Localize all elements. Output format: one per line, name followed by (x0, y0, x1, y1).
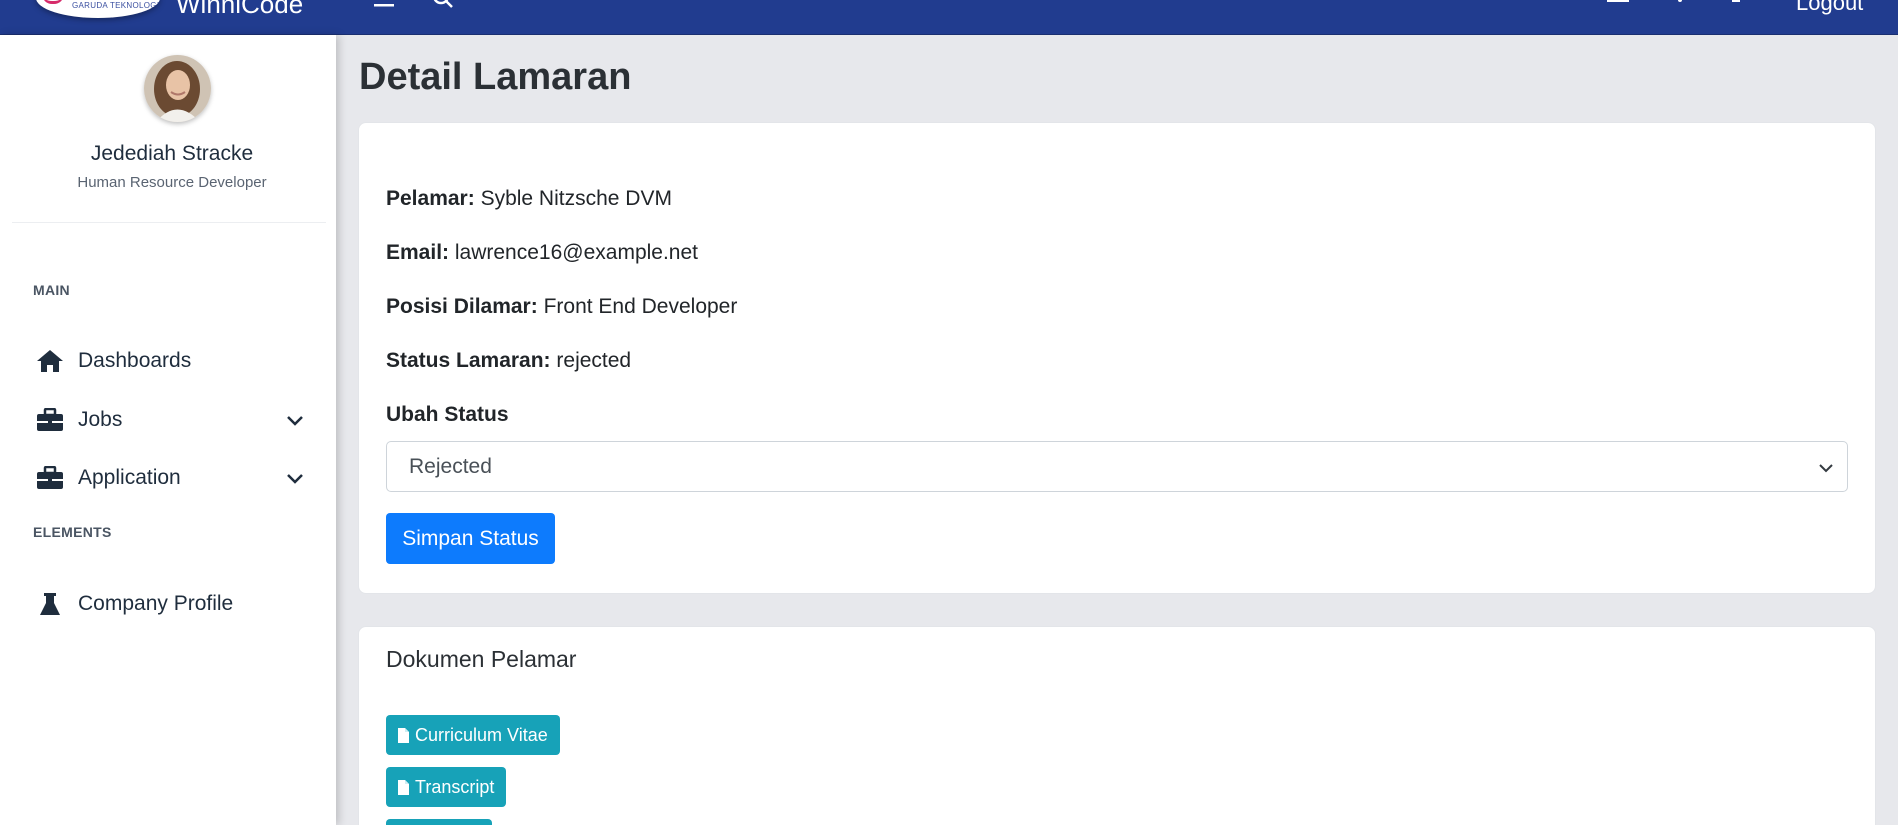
status-label: Status Lamaran: (386, 349, 551, 372)
transcript-button[interactable]: Transcript (386, 767, 507, 807)
email-value: lawrence16@example.net (454, 241, 698, 264)
mail-icon[interactable] (1607, 0, 1629, 13)
save-status-button[interactable]: Simpan Status (386, 513, 555, 564)
section-label-elements: ELEMENTS (33, 524, 112, 540)
status-value: rejected (556, 349, 632, 372)
chevron-down-icon (1819, 460, 1833, 478)
sidebar-item-label: Application (78, 466, 181, 489)
avatar[interactable] (144, 55, 211, 122)
sidebar-item-label: Company Profile (78, 592, 234, 615)
applicant-row: Pelamar: Syble Nitzsche DVM (386, 187, 672, 211)
sidebar-item-label: Jobs (78, 408, 123, 431)
email-row: Email: lawrence16@example.net (386, 241, 698, 265)
application-detail-card: Pelamar: Syble Nitzsche DVM Email: lawre… (358, 122, 1876, 594)
logo-swoosh (42, 0, 64, 4)
sidebar-divider (12, 222, 326, 223)
apps-icon[interactable] (1731, 0, 1753, 13)
status-select-value: Rejected (409, 455, 492, 478)
email-label: Email: (386, 241, 450, 264)
position-value: Front End Developer (543, 295, 738, 318)
document-button-partial[interactable] (386, 819, 492, 825)
file-icon (398, 779, 409, 795)
flask-icon (39, 592, 61, 622)
documents-card: Dokumen Pelamar Curriculum Vitae Transcr… (358, 626, 1876, 825)
user-role: Human Resource Developer (77, 174, 267, 191)
sidebar-item-company-profile[interactable]: Company Profile (0, 582, 336, 626)
document-label: Curriculum Vitae (415, 724, 548, 745)
brand-name[interactable]: WinniCode (176, 0, 303, 20)
sidebar-item-label: Dashboards (78, 349, 192, 372)
file-icon (398, 727, 409, 743)
chevron-down-icon[interactable] (286, 472, 304, 490)
position-row: Posisi Dilamar: Front End Developer (386, 295, 737, 319)
search-icon[interactable] (433, 0, 455, 15)
change-status-label: Ubah Status (386, 403, 509, 426)
briefcase-icon (36, 407, 64, 437)
status-select[interactable]: Rejected (386, 441, 1848, 492)
sidebar-item-dashboards[interactable]: Dashboards (0, 339, 336, 383)
status-row: Status Lamaran: rejected (386, 349, 631, 373)
sidebar-item-jobs[interactable]: Jobs (0, 398, 336, 442)
hamburger-menu-icon[interactable] (374, 0, 394, 15)
curriculum-vitae-button[interactable]: Curriculum Vitae (386, 715, 560, 755)
briefcase-icon (36, 465, 64, 495)
documents-title: Dokumen Pelamar (386, 646, 577, 672)
sidebar: Jedediah Stracke Human Resource Develope… (0, 35, 336, 825)
applicant-label: Pelamar: (386, 187, 475, 210)
bell-icon[interactable] (1670, 0, 1690, 13)
applicant-value: Syble Nitzsche DVM (480, 187, 672, 210)
position-label: Posisi Dilamar: (386, 295, 538, 318)
logout-link[interactable]: Logout (1796, 0, 1863, 16)
logo-text: GARUDA TEKNOLOGI (72, 1, 160, 10)
top-navbar: GARUDA TEKNOLOGI WinniCode Logout (0, 0, 1898, 35)
sidebar-item-application[interactable]: Application (0, 456, 336, 500)
chevron-down-icon[interactable] (286, 414, 304, 432)
document-label: Transcript (415, 776, 495, 797)
user-name: Jedediah Stracke (90, 142, 254, 165)
section-label-main: MAIN (33, 282, 70, 298)
brand-logo[interactable]: GARUDA TEKNOLOGI (36, 0, 160, 18)
page-title: Detail Lamaran (359, 56, 632, 98)
home-icon (36, 349, 64, 378)
